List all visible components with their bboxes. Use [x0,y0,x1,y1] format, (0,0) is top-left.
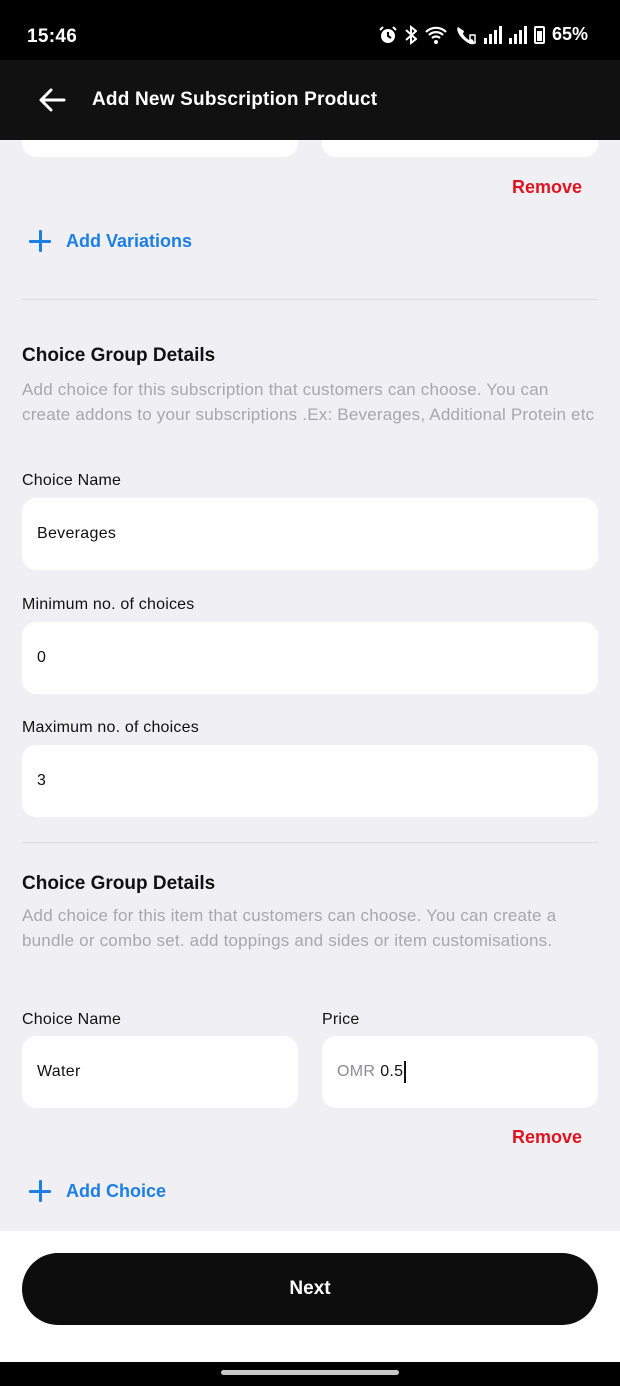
status-icons: 65% [378,24,588,45]
choice-group-help-text: Add choice for this item that customers … [22,906,557,950]
price-input[interactable]: OMR 0.5 [322,1036,598,1108]
choice-item-name-value: Water [37,1063,81,1080]
add-variations-label: Add Variations [66,230,193,251]
bluetooth-icon [405,24,417,45]
signal-icon [508,25,527,44]
choice-name-label: Choice Name [22,472,122,489]
form-content[interactable]: Remove Add Variations Choice Group Detai… [0,140,620,1231]
status-time: 15:46 [27,26,78,47]
variation-price-field-partial[interactable] [322,140,598,157]
text-cursor [404,1061,407,1083]
divider [22,299,598,300]
add-choice-button[interactable]: Add Choice [28,1179,166,1203]
choice-name-input[interactable]: Beverages [22,498,598,570]
signal-icon [483,25,502,44]
next-button[interactable]: Next [22,1253,598,1325]
status-bar: 15:46 65% [0,0,620,60]
battery-icon [533,25,545,44]
add-variations-button[interactable]: Add Variations [28,229,192,253]
min-choices-input[interactable]: 0 [22,622,598,694]
remove-choice-button[interactable]: Remove [512,1127,582,1148]
plus-icon [28,229,52,253]
variation-name-field-partial[interactable] [22,140,298,157]
min-choices-value: 0 [37,649,47,666]
min-choices-label: Minimum no. of choices [22,596,195,613]
choice-name-label: Choice Name [22,1011,122,1028]
price-value: 0.5 [380,1063,404,1080]
add-choice-label: Add Choice [66,1180,167,1201]
battery-percent: 65% [551,24,588,44]
remove-variation-button[interactable]: Remove [512,177,582,198]
choice-group-heading: Choice Group Details [22,345,216,366]
divider [22,842,598,843]
home-gesture-handle[interactable] [221,1370,399,1375]
currency-prefix: OMR [337,1063,376,1080]
choice-group-help-text: Add choice for this subscription that cu… [22,380,595,424]
price-label: Price [322,1011,360,1028]
choice-name-value: Beverages [37,525,117,542]
arrow-left-icon [39,88,66,112]
plus-icon [28,1179,52,1203]
system-nav-bar [0,1362,620,1386]
next-label: Next [289,1278,331,1299]
max-choices-label: Maximum no. of choices [22,719,199,736]
bottom-action-bar: Next [0,1231,620,1362]
choice-item-name-input[interactable]: Water [22,1036,298,1108]
alarm-icon [379,25,397,43]
max-choices-input[interactable]: 3 [22,745,598,817]
page-title: Add New Subscription Product [92,89,378,110]
max-choices-value: 3 [37,772,47,789]
choice-group-heading: Choice Group Details [22,873,216,894]
wifi-icon [425,26,447,44]
back-button[interactable] [32,80,72,120]
app-bar: Add New Subscription Product [0,60,620,140]
wifi-calling-icon [457,26,476,44]
